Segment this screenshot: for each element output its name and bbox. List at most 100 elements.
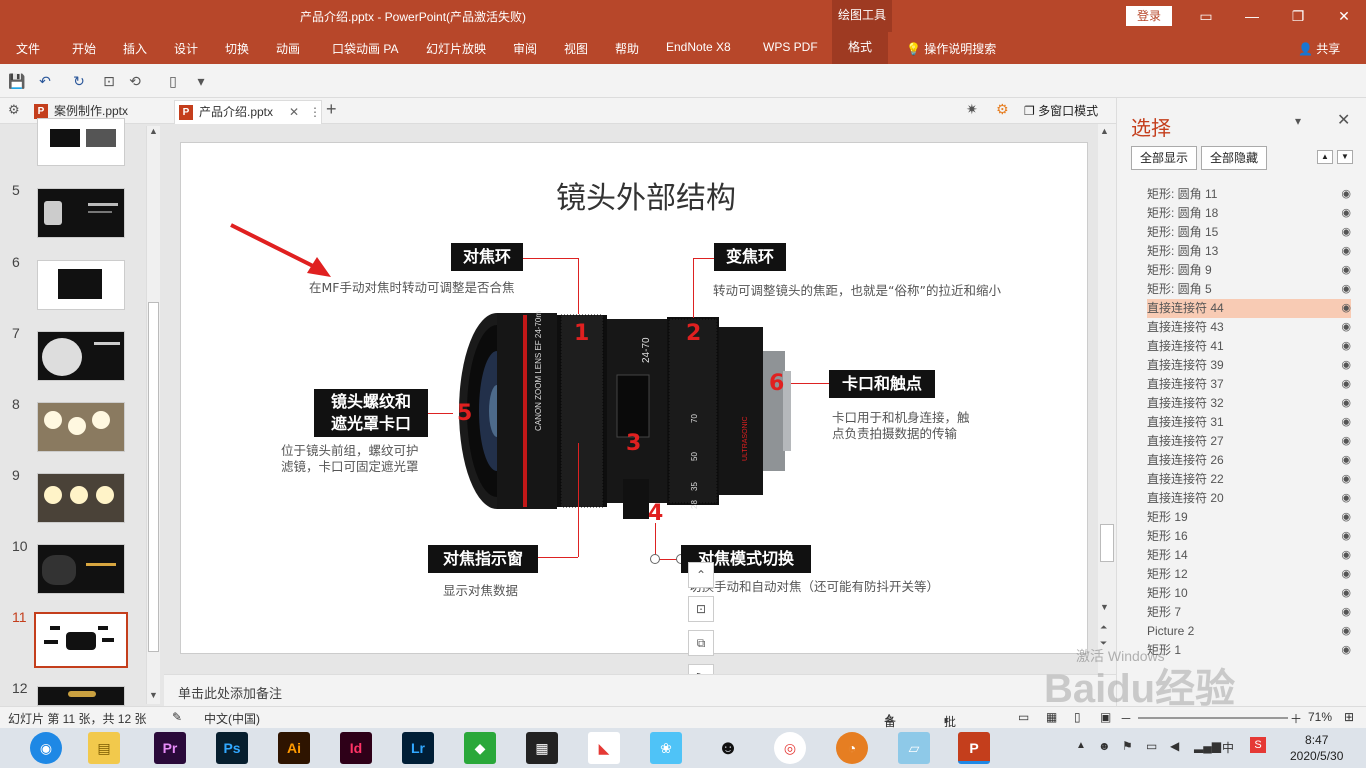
slide-thumbnail[interactable] [37,544,125,594]
selection-list-item[interactable]: 矩形 19 ◉ [1147,508,1351,527]
green-app-icon[interactable]: ◆ [464,732,496,764]
slide-thumbnail-active[interactable] [34,612,128,668]
tab-file[interactable]: 文件 [16,40,40,57]
arrange-icon[interactable]: ⧉ [688,630,714,656]
next-slide-icon[interactable]: ⏷ [1100,638,1107,649]
selection-list-item[interactable]: 直接连接符 26 ◉ [1147,451,1351,470]
sogou-ime-icon[interactable]: S [1250,737,1266,753]
login-button[interactable]: 登录 [1126,6,1172,26]
selection-list-item[interactable]: 直接连接符 27 ◉ [1147,432,1351,451]
visibility-eye-icon[interactable]: ◉ [1341,261,1351,280]
label-focus-window[interactable]: 对焦指示窗 [428,545,538,573]
selection-list-item[interactable]: 直接连接符 22 ◉ [1147,470,1351,489]
visibility-eye-icon[interactable]: ◉ [1341,185,1351,204]
restore-icon[interactable]: ❐ [1288,6,1308,26]
hide-all-button[interactable]: 全部隐藏 [1201,146,1268,170]
visibility-eye-icon[interactable]: ◉ [1341,394,1351,413]
tell-me-search[interactable]: 💡 操作说明搜索 [906,40,996,57]
tab-wps-pdf[interactable]: WPS PDF [763,40,818,54]
selection-list-item[interactable]: 直接连接符 41 ◉ [1147,337,1351,356]
previous-slide-icon[interactable]: ⏶ [1100,622,1107,633]
qq-icon[interactable]: ☻ [712,732,744,764]
slide-thumbnail[interactable] [37,473,125,523]
visibility-eye-icon[interactable]: ◉ [1341,432,1351,451]
slide-thumbnail[interactable] [37,188,125,238]
browser-icon[interactable]: ◉ [30,732,62,764]
selection-handle[interactable] [650,554,660,564]
repeat-icon[interactable]: ⟲ [126,72,144,90]
desc-focus-mode[interactable]: 切换手动和自动对焦（还可能有防抖开关等） [689,579,939,595]
tab-menu-icon[interactable]: ⋮ [309,101,321,123]
slide-thumbnail[interactable] [37,331,125,381]
visibility-eye-icon[interactable]: ◉ [1341,204,1351,223]
premiere-icon[interactable]: Pr [154,732,186,764]
slide-thumbnail[interactable] [37,260,125,310]
selection-list-item[interactable]: 矩形: 圆角 13 ◉ [1147,242,1351,261]
slide-scrollbar[interactable]: ▲ ▼ ⏶ ⏷ [1098,124,1116,674]
desc-focus-window[interactable]: 显示对焦数据 [443,583,518,599]
tab-review[interactable]: 审阅 [513,40,537,57]
tab-format[interactable]: 格式 [832,32,889,64]
selection-list-item[interactable]: 矩形 7 ◉ [1147,603,1351,622]
selection-list-item[interactable]: 矩形: 圆角 18 ◉ [1147,204,1351,223]
close-window-icon[interactable]: ✕ [1334,6,1354,26]
doc-tab-product[interactable]: P 产品介绍.pptx ✕ ⋮ [174,100,322,124]
tray-expand-icon[interactable]: ▲ [1076,740,1086,751]
visibility-eye-icon[interactable]: ◉ [1341,641,1351,660]
tab-home[interactable]: 开始 [72,40,96,57]
tab-pocket-animation[interactable]: 口袋动画 PA [332,40,398,57]
label-zoom-ring[interactable]: 变焦环 [714,243,786,271]
selection-list-item[interactable]: 矩形: 圆角 9 ◉ [1147,261,1351,280]
magic-icon[interactable]: ✷ [966,101,978,118]
visibility-eye-icon[interactable]: ◉ [1341,527,1351,546]
red-app-icon[interactable]: ◣ [588,732,620,764]
tab-help[interactable]: 帮助 [615,40,639,57]
normal-view-icon[interactable]: ▭ [1018,710,1029,724]
thumbnails-scrollbar[interactable]: ▲ ▼ [146,126,160,704]
selection-list-item[interactable]: 直接连接符 43 ◉ [1147,318,1351,337]
volume-icon[interactable]: ◀ [1170,739,1179,753]
redo-icon[interactable]: ↻ [70,72,88,90]
visibility-eye-icon[interactable]: ◉ [1341,280,1351,299]
visibility-eye-icon[interactable]: ◉ [1341,489,1351,508]
fit-to-window-icon[interactable]: ⊞ [1344,710,1354,724]
zoom-out-icon[interactable]: － [1120,710,1132,727]
illustrator-icon[interactable]: Ai [278,732,310,764]
slide-sorter-icon[interactable]: ▦ [1046,710,1057,724]
scroll-down-icon[interactable]: ▼ [147,690,160,704]
spellcheck-icon[interactable]: ✎ [172,710,182,724]
scroll-up-icon[interactable]: ▲ [1100,126,1109,136]
visibility-eye-icon[interactable]: ◉ [1341,318,1351,337]
connector-line[interactable] [693,258,694,318]
slideshow-icon[interactable]: ▣ [1100,710,1111,724]
selection-list-item[interactable]: 矩形: 圆角 15 ◉ [1147,223,1351,242]
visibility-eye-icon[interactable]: ◉ [1341,565,1351,584]
slide-thumbnail[interactable] [37,402,125,452]
scroll-down-icon[interactable]: ▼ [1100,602,1109,612]
visibility-eye-icon[interactable]: ◉ [1341,299,1351,318]
label-focus-ring[interactable]: 对焦环 [451,243,523,271]
slide-thumbnail[interactable] [37,686,125,706]
bird-app-icon[interactable]: ❀ [650,732,682,764]
visibility-eye-icon[interactable]: ◉ [1341,375,1351,394]
visibility-eye-icon[interactable]: ◉ [1341,470,1351,489]
desc-focus-ring[interactable]: 在MF手动对焦时转动可调整是否合焦 [309,280,514,296]
customize-toolbar-icon[interactable]: ▾ [192,72,210,90]
collapse-up-icon[interactable]: ⌃ [688,562,714,588]
zoom-level[interactable]: 71% [1308,710,1332,724]
close-pane-icon[interactable]: ✕ [1337,110,1350,130]
powerpoint-icon[interactable]: P [958,732,990,764]
desc-mount[interactable]: 卡口用于和机身连接，触 点负责拍摄数据的传输 [832,410,970,442]
selection-list-item[interactable]: 矩形: 圆角 11 ◉ [1147,185,1351,204]
selection-list-item[interactable]: 直接连接符 37 ◉ [1147,375,1351,394]
connector-line[interactable] [578,443,579,557]
visibility-eye-icon[interactable]: ◉ [1341,603,1351,622]
visibility-eye-icon[interactable]: ◉ [1341,546,1351,565]
zoom-in-icon[interactable]: ＋ [1290,710,1302,727]
selection-list-item[interactable]: 矩形: 圆角 5 ◉ [1147,280,1351,299]
connector-line[interactable] [522,258,578,259]
connector-line[interactable] [427,413,453,414]
share-button[interactable]: 👤 共享 [1298,40,1340,57]
photoshop-icon[interactable]: Ps [216,732,248,764]
language-indicator[interactable]: 中文(中国) [204,710,260,727]
